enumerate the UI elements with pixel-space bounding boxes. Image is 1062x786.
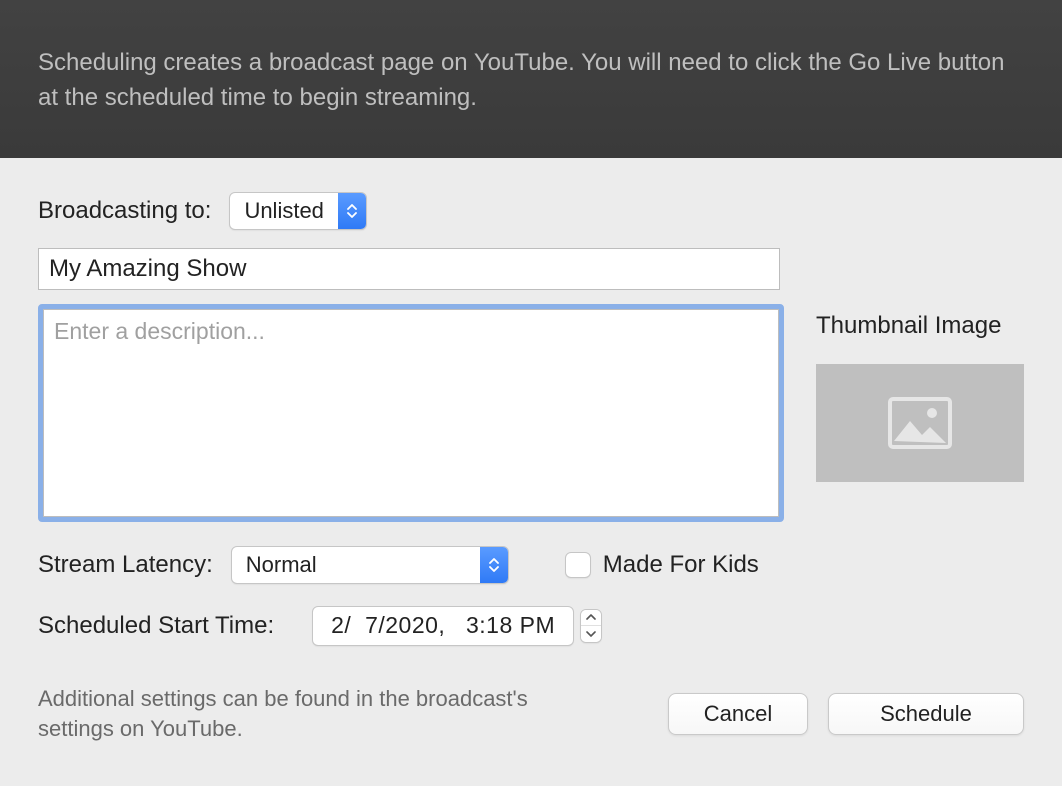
stepper-up-button[interactable] <box>581 610 601 627</box>
title-input[interactable] <box>38 248 780 290</box>
made-for-kids-label: Made For Kids <box>603 551 759 579</box>
description-focus-ring <box>38 304 784 522</box>
thumbnail-label: Thumbnail Image <box>816 312 1024 340</box>
scheduled-time-value: 2/ 7/2020, 3:18 PM <box>313 607 573 645</box>
made-for-kids-checkbox[interactable] <box>565 552 591 578</box>
footer-row: Additional settings can be found in the … <box>38 684 1024 746</box>
scheduled-time-label: Scheduled Start Time: <box>38 612 274 640</box>
chevron-down-icon <box>586 631 596 637</box>
latency-label: Stream Latency: <box>38 551 213 579</box>
latency-selected-value: Normal <box>232 547 480 583</box>
broadcasting-row: Broadcasting to: Unlisted <box>38 192 1024 230</box>
scheduled-time-row: Scheduled Start Time: 2/ 7/2020, 3:18 PM <box>38 606 1024 646</box>
cancel-button[interactable]: Cancel <box>668 693 808 735</box>
header-banner: Scheduling creates a broadcast page on Y… <box>0 0 1062 158</box>
broadcasting-selected-value: Unlisted <box>230 193 337 229</box>
description-textarea[interactable] <box>43 309 779 517</box>
content-area: Broadcasting to: Unlisted Thumbnail Imag… <box>0 158 1062 746</box>
footer-note: Additional settings can be found in the … <box>38 684 578 746</box>
scheduled-time-stepper[interactable] <box>580 609 602 643</box>
cancel-button-label: Cancel <box>704 701 772 727</box>
made-for-kids-wrap: Made For Kids <box>565 551 759 579</box>
stepper-down-button[interactable] <box>581 626 601 642</box>
thumbnail-column: Thumbnail Image <box>816 304 1024 482</box>
latency-row: Stream Latency: Normal Made For Kids <box>38 546 1024 584</box>
broadcasting-select[interactable]: Unlisted <box>229 192 366 230</box>
header-info-text: Scheduling creates a broadcast page on Y… <box>38 49 1004 111</box>
latency-select[interactable]: Normal <box>231 546 509 584</box>
select-arrows-icon <box>338 193 366 229</box>
chevron-up-icon <box>586 614 596 620</box>
select-arrows-icon <box>480 547 508 583</box>
broadcasting-label: Broadcasting to: <box>38 197 211 225</box>
schedule-button[interactable]: Schedule <box>828 693 1024 735</box>
thumbnail-placeholder[interactable] <box>816 364 1024 482</box>
main-row: Thumbnail Image <box>38 304 1024 522</box>
footer-buttons: Cancel Schedule <box>668 693 1024 735</box>
scheduled-time-field[interactable]: 2/ 7/2020, 3:18 PM <box>312 606 574 646</box>
schedule-button-label: Schedule <box>880 701 972 727</box>
image-placeholder-icon <box>888 397 952 449</box>
title-row <box>38 248 1024 290</box>
